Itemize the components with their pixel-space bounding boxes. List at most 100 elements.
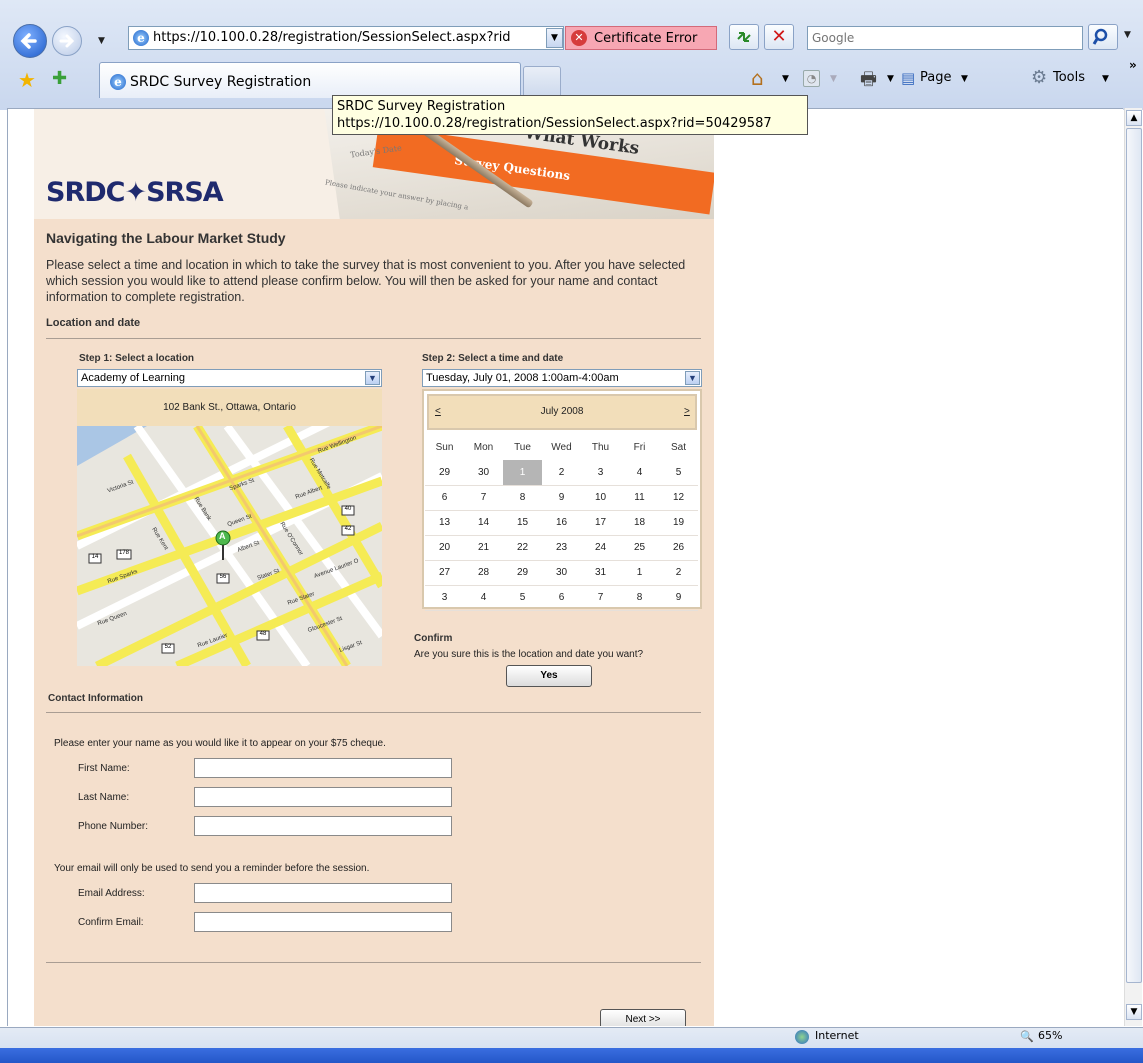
day-header: Fri	[633, 441, 646, 453]
calendar-day[interactable]: 29	[503, 560, 542, 586]
calendar-day[interactable]: 22	[503, 535, 542, 561]
certificate-error-button[interactable]: ✕ Certificate Error	[565, 26, 717, 50]
calendar-day[interactable]: 30	[542, 560, 581, 586]
location-map[interactable]: Rue Wellington Rue Sparks Rue Queen Rue …	[77, 426, 382, 666]
tools-dropdown-icon: ▼	[1102, 74, 1109, 84]
calendar-day[interactable]: 10	[581, 485, 620, 511]
address-bar[interactable]: e https://10.100.0.28/registration/Sessi…	[128, 26, 564, 50]
scroll-up-button[interactable]: ▲	[1126, 110, 1142, 126]
calendar-day[interactable]: 21	[464, 535, 503, 561]
print-icon[interactable]: 🖶	[860, 67, 877, 97]
section-divider	[46, 338, 701, 339]
phone-field[interactable]	[194, 816, 452, 836]
contact-heading: Contact Information	[48, 693, 143, 704]
day-header: Sat	[670, 441, 686, 453]
address-dropdown-button[interactable]: ▼	[546, 28, 563, 48]
calendar-day[interactable]: 9	[659, 585, 698, 611]
calendar-day[interactable]: 9	[542, 485, 581, 511]
location-select[interactable]: Academy of Learning ▼	[77, 369, 382, 387]
home-dropdown-icon[interactable]: ▼	[782, 74, 789, 84]
calendar-day[interactable]: 2	[659, 560, 698, 586]
email-field[interactable]	[194, 883, 452, 903]
calendar-day[interactable]: 3	[581, 460, 620, 486]
calendar-day[interactable]: 2	[542, 460, 581, 486]
chevron-right-icon[interactable]: »	[1129, 58, 1137, 72]
calendar-day[interactable]: 27	[425, 560, 464, 586]
calendar-day[interactable]: 30	[464, 460, 503, 486]
print-dropdown-icon[interactable]: ▼	[887, 74, 894, 84]
ie-tab-icon: e	[110, 74, 126, 90]
search-button[interactable]	[1088, 24, 1118, 50]
search-input[interactable]	[810, 29, 1078, 47]
rss-feed-icon[interactable]: ◔	[803, 70, 820, 87]
search-box[interactable]	[807, 26, 1083, 50]
calendar-next-link[interactable]: >	[684, 406, 690, 417]
gear-icon: ⚙	[1031, 67, 1048, 88]
calendar-day[interactable]: 7	[464, 485, 503, 511]
tools-menu-label: Tools	[1053, 70, 1086, 85]
home-icon[interactable]: ⌂	[751, 66, 764, 90]
last-name-field[interactable]	[194, 787, 452, 807]
tools-menu-button[interactable]: ⚙ Tools ▼	[1031, 66, 1121, 90]
calendar-day[interactable]: 5	[503, 585, 542, 611]
favorites-star-icon[interactable]: ★	[18, 68, 36, 92]
calendar-day[interactable]: 23	[542, 535, 581, 561]
calendar-day-selected[interactable]: 1	[503, 460, 542, 486]
calendar-grid: Sun Mon Tue Wed Thu Fri Sat 29 30 1 2 3 …	[425, 434, 698, 611]
calendar-day[interactable]: 20	[425, 535, 464, 561]
calendar-day[interactable]: 29	[425, 460, 464, 486]
calendar-day[interactable]: 1	[620, 560, 659, 586]
status-bar: Internet 🔍 65%	[0, 1027, 1143, 1063]
calendar-day[interactable]: 8	[503, 485, 542, 511]
calendar-day[interactable]: 6	[542, 585, 581, 611]
calendar-day[interactable]: 7	[581, 585, 620, 611]
address-panel: 102 Bank St., Ottawa, Ontario	[77, 389, 382, 426]
forward-button[interactable]	[52, 26, 82, 56]
calendar-day[interactable]: 25	[620, 535, 659, 561]
calendar-day[interactable]: 12	[659, 485, 698, 511]
email-note: Your email will only be used to send you…	[54, 863, 370, 874]
calendar-day[interactable]: 4	[464, 585, 503, 611]
first-name-field[interactable]	[194, 758, 452, 778]
tab-srdc-survey[interactable]: e SRDC Survey Registration	[99, 62, 521, 98]
map-shield-label-14: 14	[91, 554, 99, 560]
calendar-day[interactable]: 3	[425, 585, 464, 611]
calendar-day[interactable]: 13	[425, 510, 464, 536]
add-favorite-icon[interactable]: ✚	[52, 68, 67, 89]
calendar-week: 20 21 22 23 24 25 26	[425, 535, 698, 561]
page-menu-button[interactable]: ▤ Page ▼	[901, 66, 981, 90]
refresh-button[interactable]	[729, 24, 759, 50]
section-location-date: Location and date	[46, 317, 141, 329]
calendar-day[interactable]: 19	[659, 510, 698, 536]
calendar-day[interactable]: 11	[620, 485, 659, 511]
status-zoom[interactable]: 65%	[1038, 1029, 1062, 1042]
confirm-yes-button[interactable]: Yes	[506, 665, 592, 687]
calendar-day[interactable]: 26	[659, 535, 698, 561]
calendar-day[interactable]: 5	[659, 460, 698, 486]
calendar-day[interactable]: 8	[620, 585, 659, 611]
scroll-down-button[interactable]: ▼	[1126, 1004, 1142, 1020]
scroll-thumb[interactable]	[1126, 128, 1142, 983]
calendar-day[interactable]: 28	[464, 560, 503, 586]
calendar-day[interactable]: 16	[542, 510, 581, 536]
next-button[interactable]: Next >>	[600, 1009, 686, 1026]
calendar-day[interactable]: 4	[620, 460, 659, 486]
shield-x-icon: ✕	[571, 30, 587, 46]
history-dropdown-icon[interactable]: ▼	[98, 36, 105, 46]
globe-icon	[795, 1030, 809, 1044]
calendar-day[interactable]: 14	[464, 510, 503, 536]
stop-button[interactable]: ✕	[764, 24, 794, 50]
calendar-day[interactable]: 31	[581, 560, 620, 586]
calendar-day[interactable]: 18	[620, 510, 659, 536]
calendar-day[interactable]: 17	[581, 510, 620, 536]
zoom-icon[interactable]: 🔍	[1020, 1030, 1034, 1043]
vertical-scrollbar[interactable]: ▲ ▼	[1124, 108, 1142, 1026]
calendar-day[interactable]: 15	[503, 510, 542, 536]
confirm-email-field[interactable]	[194, 912, 452, 932]
time-date-select[interactable]: Tuesday, July 01, 2008 1:00am-4:00am ▼	[422, 369, 702, 387]
calendar-day[interactable]: 6	[425, 485, 464, 511]
calendar-day[interactable]: 24	[581, 535, 620, 561]
back-button[interactable]	[13, 24, 47, 58]
search-options-icon[interactable]: ▼	[1124, 30, 1131, 40]
new-tab-button[interactable]	[523, 66, 561, 96]
